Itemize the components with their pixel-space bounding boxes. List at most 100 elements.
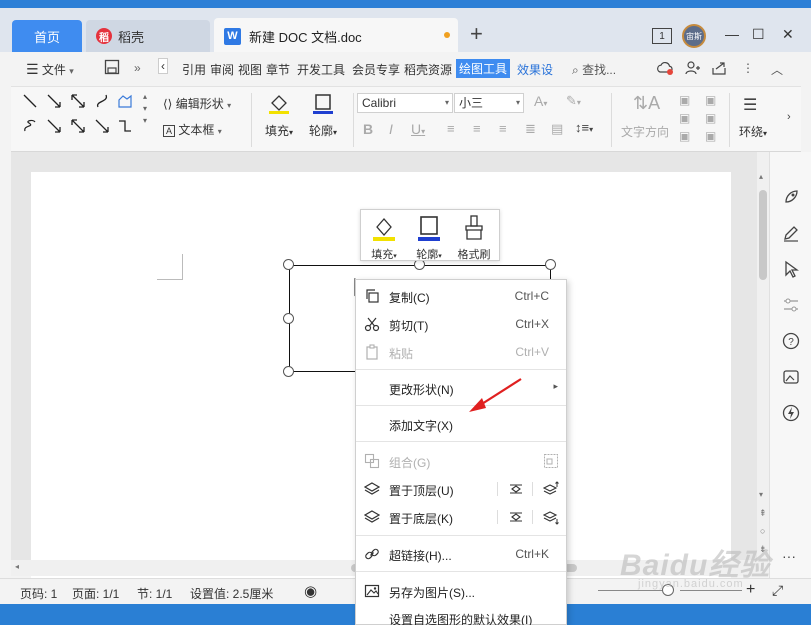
- rocket-icon[interactable]: [782, 188, 800, 206]
- text-tool-icon[interactable]: ▣: [679, 129, 690, 143]
- scroll-down-icon[interactable]: ▾: [759, 490, 763, 499]
- menu-item-view[interactable]: 视图: [238, 61, 262, 78]
- menu-item-reference[interactable]: 引用: [182, 61, 206, 78]
- fill-button[interactable]: 填充▾: [263, 93, 295, 139]
- float-fill-button[interactable]: 填充▾: [363, 214, 405, 261]
- edit-shape-button[interactable]: ⟨⟩ 编辑形状 ▾: [163, 95, 231, 112]
- zoom-slider-track[interactable]: [598, 590, 662, 591]
- curve-shape-icon[interactable]: [95, 94, 109, 108]
- eye-protection-icon[interactable]: ◉: [304, 582, 317, 600]
- elbow-connector-icon[interactable]: [118, 119, 132, 133]
- text-direction-button[interactable]: 文字方向: [621, 123, 669, 140]
- prev-page-icon[interactable]: ⇞: [759, 508, 767, 519]
- more-commands-icon[interactable]: »: [134, 61, 141, 75]
- menu-item-cut[interactable]: 剪切(T) Ctrl+X: [356, 311, 566, 337]
- collapse-ribbon-icon[interactable]: ︿: [771, 61, 783, 78]
- resize-handle-top-right[interactable]: [545, 259, 556, 270]
- float-format-painter-button[interactable]: 格式刷: [453, 214, 495, 261]
- shape-gallery-scroll[interactable]: ▴ ▾ ▾: [143, 91, 147, 127]
- font-name-select[interactable]: Calibri ▾: [357, 93, 453, 113]
- menu-item-developer[interactable]: 开发工具: [297, 61, 345, 78]
- send-backward-icon[interactable]: [508, 509, 524, 525]
- share-icon[interactable]: [711, 60, 727, 79]
- elbow-arrow-icon[interactable]: [95, 119, 109, 133]
- fullscreen-icon[interactable]: ⤢: [772, 582, 783, 599]
- arrow-shape-icon[interactable]: [47, 94, 61, 108]
- menu-item-effects[interactable]: 效果设: [517, 61, 553, 78]
- line-shape-icon[interactable]: [23, 94, 37, 108]
- scroll-up-icon[interactable]: ▴: [759, 172, 763, 181]
- image-tool-icon[interactable]: [782, 368, 800, 386]
- status-section[interactable]: 节: 1/1: [137, 585, 172, 602]
- window-count-badge[interactable]: 1: [652, 28, 672, 44]
- align-left-button[interactable]: ≡: [447, 121, 455, 136]
- align-right-button[interactable]: ≡: [499, 121, 507, 136]
- tab-daoke[interactable]: 稻 稻壳: [86, 20, 210, 52]
- status-page-count[interactable]: 页面: 1/1: [72, 585, 119, 602]
- outline-button[interactable]: 轮廓▾: [307, 93, 339, 139]
- wrap-button[interactable]: 环绕▾: [739, 123, 767, 140]
- resize-handle-bottom-left[interactable]: [283, 366, 294, 377]
- send-to-back-icon[interactable]: [543, 509, 559, 525]
- adjust-sliders-icon[interactable]: [782, 296, 800, 314]
- help-icon[interactable]: ?: [782, 332, 800, 350]
- menu-item-change-shape[interactable]: 更改形状(N) ▸: [356, 375, 566, 401]
- menu-item-bring-to-front[interactable]: 置于顶层(U): [356, 476, 566, 502]
- menu-item-copy[interactable]: 复制(C) Ctrl+C: [356, 283, 566, 309]
- line-spacing-button[interactable]: ↕≡▾: [575, 120, 593, 135]
- vertical-scroll-thumb[interactable]: [759, 190, 767, 280]
- more-options-icon[interactable]: ⋮: [742, 61, 754, 75]
- menu-item-drawing-tools[interactable]: 绘图工具: [456, 59, 511, 78]
- text-tool-icon[interactable]: ▣: [679, 111, 690, 125]
- resize-handle-top-left[interactable]: [283, 259, 294, 270]
- text-tool-icon[interactable]: ▣: [705, 93, 716, 107]
- bring-to-front-icon[interactable]: [543, 481, 559, 497]
- double-arrow-connector-icon[interactable]: [71, 119, 85, 133]
- select-pointer-icon[interactable]: [782, 260, 800, 278]
- share-user-icon[interactable]: [684, 60, 700, 79]
- justify-button[interactable]: ≣: [525, 121, 536, 137]
- menu-item-send-to-back[interactable]: 置于底层(K): [356, 504, 566, 530]
- browse-object-icon[interactable]: ○: [760, 526, 765, 536]
- align-center-button[interactable]: ≡: [473, 121, 481, 136]
- menu-scroll-left-button[interactable]: ‹: [158, 58, 168, 74]
- cloud-sync-icon[interactable]: [656, 60, 674, 79]
- lightning-icon[interactable]: [782, 404, 800, 422]
- text-tool-icon[interactable]: ▣: [679, 93, 690, 107]
- font-size-select[interactable]: 小三 ▾: [454, 93, 524, 113]
- file-menu[interactable]: ☰ 文件 ▾: [26, 61, 74, 78]
- search-box[interactable]: ⌕ 查找...: [572, 61, 616, 78]
- menu-item-group[interactable]: 组合(G): [356, 448, 566, 474]
- menu-item-review[interactable]: 审阅: [210, 61, 234, 78]
- font-color-button[interactable]: A▾: [534, 93, 547, 109]
- menu-item-set-default-effect[interactable]: 设置自选图形的默认效果(I): [356, 605, 566, 625]
- avatar[interactable]: 宙斯: [682, 24, 706, 48]
- double-arrow-shape-icon[interactable]: [71, 94, 85, 108]
- bold-button[interactable]: B: [363, 121, 373, 137]
- menu-item-save-as-image[interactable]: 另存为图片(S)...: [356, 578, 566, 604]
- menu-item-hyperlink[interactable]: 超链接(H)... Ctrl+K: [356, 541, 566, 567]
- text-box-button[interactable]: A 文本框 ▾: [163, 121, 222, 138]
- tab-document[interactable]: W 新建 DOC 文档.doc: [214, 18, 458, 54]
- highlight-button[interactable]: ✎▾: [566, 93, 581, 109]
- tab-home[interactable]: 首页: [12, 20, 82, 52]
- menu-item-chapter[interactable]: 章节: [266, 61, 290, 78]
- new-tab-button[interactable]: +: [470, 23, 483, 45]
- freeform-shape-icon[interactable]: [118, 94, 132, 108]
- menu-item-member[interactable]: 会员专享: [352, 61, 400, 78]
- distribute-button[interactable]: ▤: [551, 121, 563, 137]
- vertical-scrollbar[interactable]: ▴ ▾ ⇞ ○ ⇟: [757, 152, 769, 576]
- maximize-button[interactable]: ☐: [752, 26, 765, 43]
- text-tool-icon[interactable]: ▣: [705, 129, 716, 143]
- menu-item-daoke-resources[interactable]: 稻壳资源: [404, 61, 452, 78]
- resize-handle-left[interactable]: [283, 313, 294, 324]
- menu-item-add-text[interactable]: 添加文字(X): [356, 411, 566, 437]
- scroll-left-icon[interactable]: ◂: [15, 562, 19, 571]
- arrow-connector-icon[interactable]: [47, 119, 61, 133]
- more-options-icon[interactable]: ···: [782, 548, 796, 564]
- bring-forward-icon[interactable]: [508, 481, 524, 497]
- underline-button[interactable]: U▾: [411, 121, 425, 137]
- close-window-button[interactable]: ✕: [782, 26, 794, 43]
- pen-icon[interactable]: [782, 224, 800, 242]
- text-tool-icon[interactable]: ▣: [705, 111, 716, 125]
